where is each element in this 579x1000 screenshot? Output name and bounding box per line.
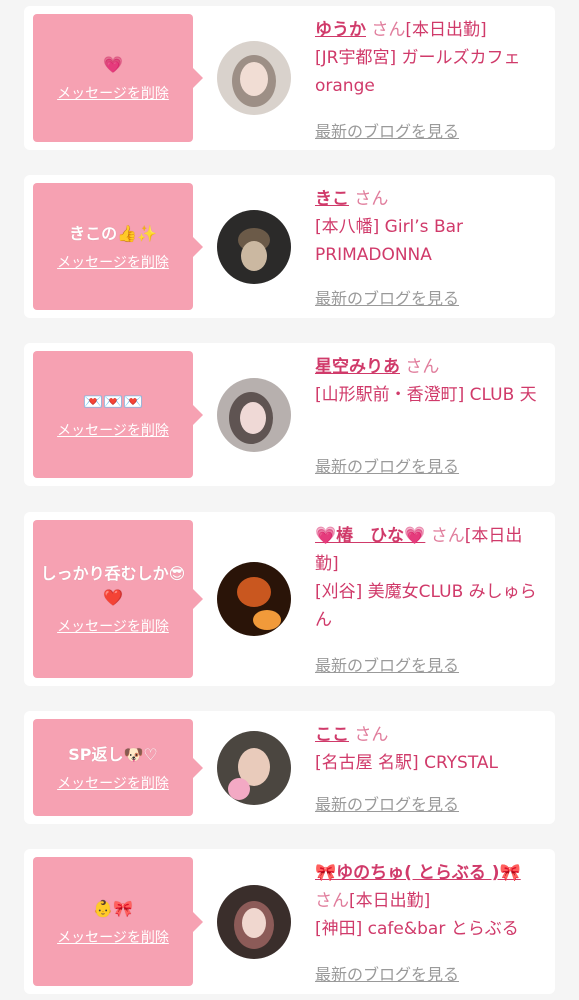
delete-message-link[interactable]: メッセージを削除 bbox=[57, 773, 169, 793]
cast-message: しっかり呑むしか😎❤️ bbox=[40, 564, 186, 607]
honorific: さん bbox=[354, 725, 389, 745]
cast-info: ゆうか さん[本日出勤] [JR宇都宮] ガールズカフェ orange bbox=[315, 16, 540, 100]
honorific: さん bbox=[371, 20, 406, 40]
avatar[interactable] bbox=[217, 210, 291, 284]
cast-message: 💌💌💌 bbox=[83, 391, 143, 411]
cast-info: きこ さん [本八幡] Girl’s Bar PRIMADONNA bbox=[315, 185, 540, 269]
avatar[interactable] bbox=[217, 885, 291, 959]
honorific: さん bbox=[430, 526, 465, 546]
shop-name: [山形駅前・香澄町] CLUB 天 bbox=[315, 385, 537, 405]
delete-message-link[interactable]: メッセージを削除 bbox=[57, 252, 169, 272]
cast-name-link[interactable]: ここ bbox=[315, 725, 349, 745]
latest-blog-link[interactable]: 最新のブログを見る bbox=[315, 285, 459, 309]
avatar[interactable] bbox=[217, 378, 291, 452]
avatar[interactable] bbox=[217, 41, 291, 115]
cast-name-link[interactable]: きこ bbox=[315, 189, 349, 209]
shop-name: [神田] cafe&bar とらぶる bbox=[315, 919, 519, 939]
message-bubble: きこの👍✨ メッセージを削除 bbox=[33, 183, 203, 310]
shop-name: [JR宇都宮] ガールズカフェ orange bbox=[315, 48, 521, 96]
attendance-status: [本日出勤] bbox=[349, 891, 431, 911]
attendance-status: [本日出勤] bbox=[405, 20, 487, 40]
honorific: さん bbox=[315, 891, 349, 911]
delete-message-link[interactable]: メッセージを削除 bbox=[57, 616, 169, 636]
message-bubble: しっかり呑むしか😎❤️ メッセージを削除 bbox=[33, 520, 203, 678]
cast-card: 💌💌💌 メッセージを削除 星空みりあ さん [山形駅前・香澄町] CLUB 天 … bbox=[24, 343, 555, 486]
cast-message: SP返し🐶♡ bbox=[68, 744, 158, 764]
latest-blog-link[interactable]: 最新のブログを見る bbox=[315, 961, 459, 985]
cast-info: 💗椿 ひな💗 さん[本日出勤] [刈谷] 美魔女CLUB みしゅらん bbox=[315, 522, 540, 634]
avatar[interactable] bbox=[217, 731, 291, 805]
delete-message-link[interactable]: メッセージを削除 bbox=[57, 83, 169, 103]
delete-message-link[interactable]: メッセージを削除 bbox=[57, 927, 169, 947]
cast-name-link[interactable]: 🎀ゆのちゅ( とらぶる )🎀 bbox=[315, 863, 521, 883]
message-bubble: SP返し🐶♡ メッセージを削除 bbox=[33, 719, 203, 816]
honorific: さん bbox=[354, 189, 389, 209]
latest-blog-link[interactable]: 最新のブログを見る bbox=[315, 118, 459, 142]
cast-card: 💗 メッセージを削除 ゆうか さん[本日出勤] [JR宇都宮] ガールズカフェ … bbox=[24, 6, 555, 150]
cast-card: 👶🎀 メッセージを削除 🎀ゆのちゅ( とらぶる )🎀 さん[本日出勤] [神田]… bbox=[24, 849, 555, 994]
cast-card: きこの👍✨ メッセージを削除 きこ さん [本八幡] Girl’s Bar PR… bbox=[24, 175, 555, 318]
message-bubble: 💗 メッセージを削除 bbox=[33, 14, 203, 142]
shop-name: [本八幡] Girl’s Bar PRIMADONNA bbox=[315, 217, 464, 265]
cast-message: 👶🎀 bbox=[93, 898, 133, 918]
shop-name: [名古屋 名駅] CRYSTAL bbox=[315, 753, 499, 773]
cast-info: 🎀ゆのちゅ( とらぶる )🎀 さん[本日出勤] [神田] cafe&bar とら… bbox=[315, 859, 540, 943]
honorific: さん bbox=[405, 357, 440, 377]
cast-name-link[interactable]: ゆうか bbox=[315, 20, 366, 40]
avatar[interactable] bbox=[217, 562, 291, 636]
shop-name: [刈谷] 美魔女CLUB みしゅらん bbox=[315, 582, 537, 630]
bookmark-list: 💗 メッセージを削除 ゆうか さん[本日出勤] [JR宇都宮] ガールズカフェ … bbox=[0, 0, 579, 1000]
message-bubble: 💌💌💌 メッセージを削除 bbox=[33, 351, 203, 478]
cast-message: 💗 bbox=[103, 55, 123, 74]
cast-info: ここ さん [名古屋 名駅] CRYSTAL bbox=[315, 721, 540, 777]
latest-blog-link[interactable]: 最新のブログを見る bbox=[315, 652, 459, 676]
cast-name-link[interactable]: 💗椿 ひな💗 bbox=[315, 526, 425, 546]
cast-card: SP返し🐶♡ メッセージを削除 ここ さん [名古屋 名駅] CRYSTAL 最… bbox=[24, 711, 555, 824]
latest-blog-link[interactable]: 最新のブログを見る bbox=[315, 791, 459, 815]
cast-card: しっかり呑むしか😎❤️ メッセージを削除 💗椿 ひな💗 さん[本日出勤] [刈谷… bbox=[24, 512, 555, 686]
cast-message: きこの👍✨ bbox=[69, 223, 157, 243]
latest-blog-link[interactable]: 最新のブログを見る bbox=[315, 453, 459, 477]
cast-name-link[interactable]: 星空みりあ bbox=[315, 357, 400, 377]
cast-info: 星空みりあ さん [山形駅前・香澄町] CLUB 天 bbox=[315, 353, 540, 409]
delete-message-link[interactable]: メッセージを削除 bbox=[57, 420, 169, 440]
message-bubble: 👶🎀 メッセージを削除 bbox=[33, 857, 203, 986]
